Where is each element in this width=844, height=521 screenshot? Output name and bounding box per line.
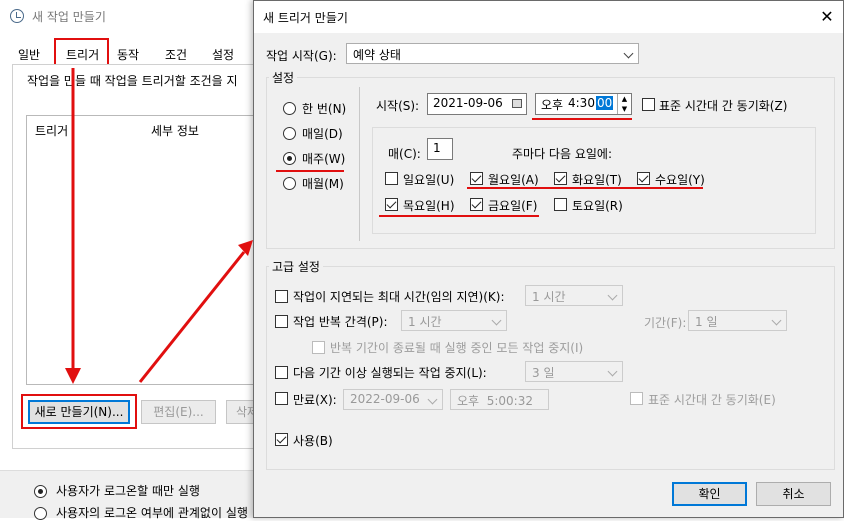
arrow-down bbox=[65, 68, 81, 384]
annotation-arrows bbox=[65, 68, 253, 384]
arrow-diagonal bbox=[138, 240, 253, 383]
